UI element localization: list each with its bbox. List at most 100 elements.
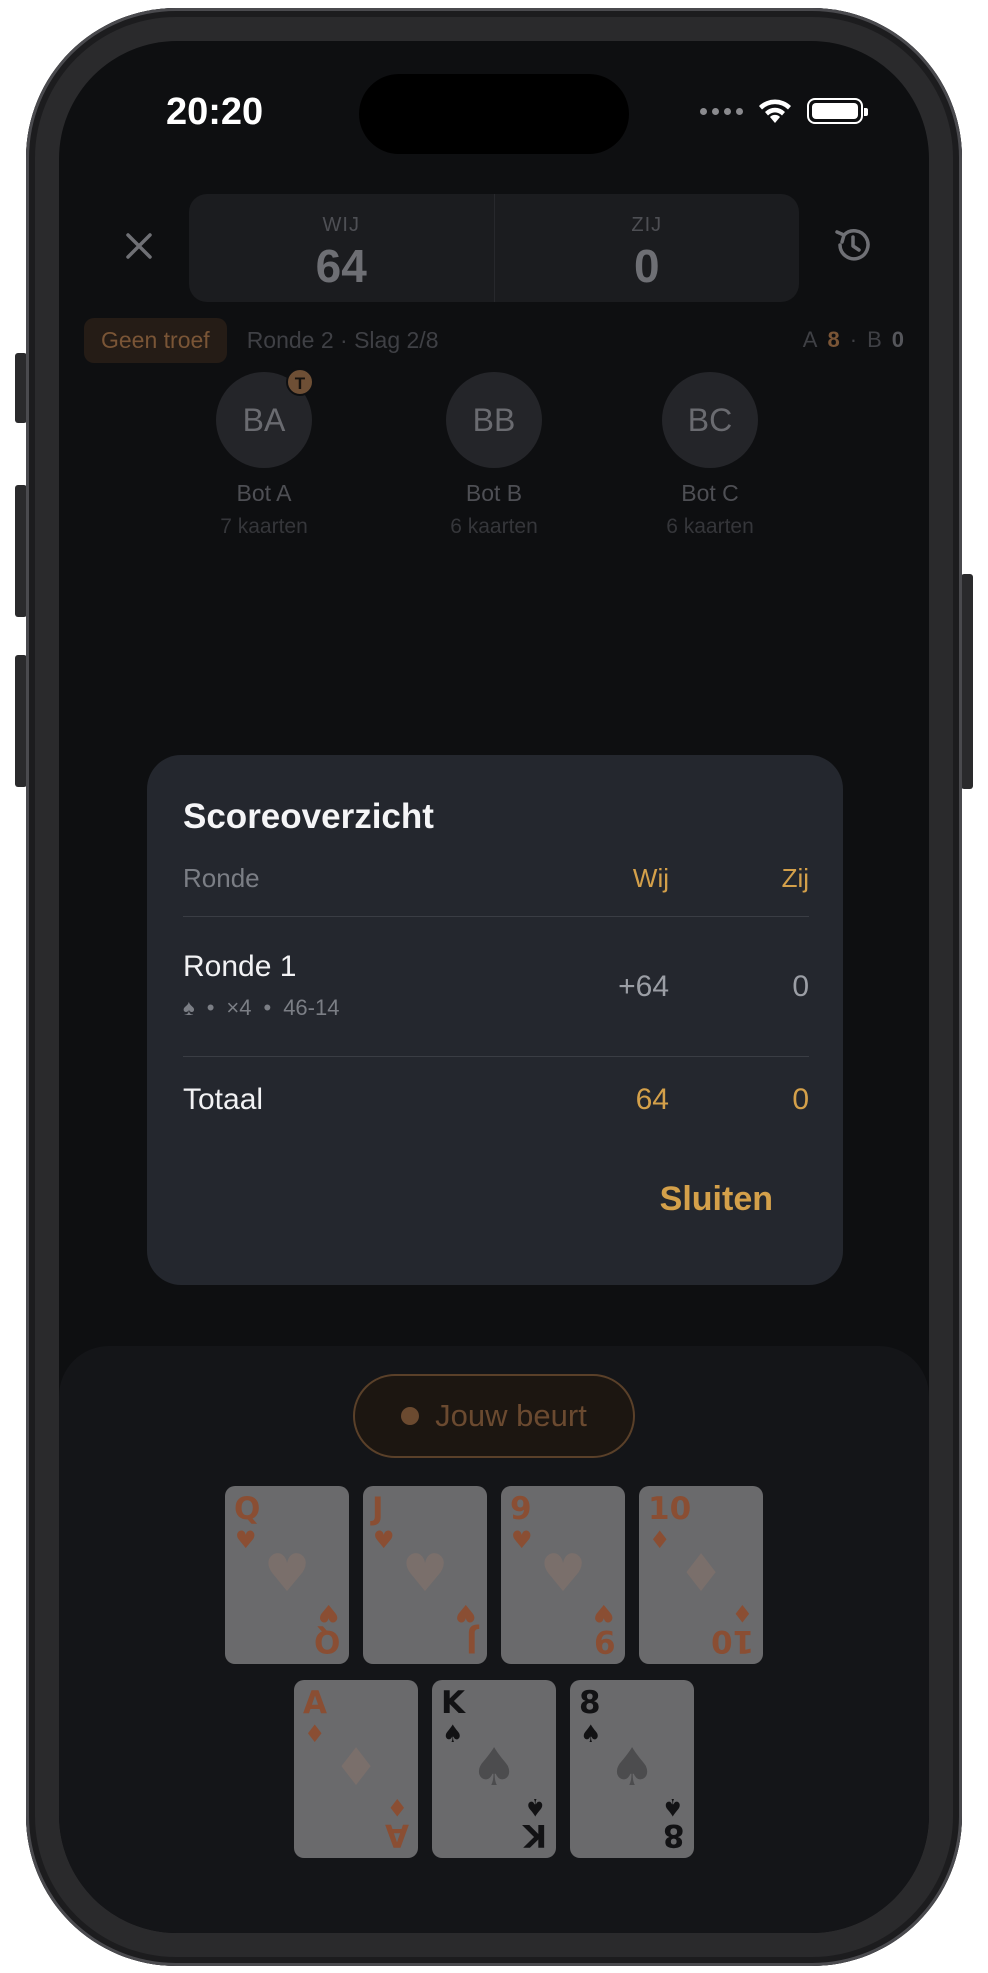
card-rank: 10 xyxy=(648,1491,692,1527)
card-corner-bottom: Q ♥ xyxy=(313,1599,340,1659)
close-game-button[interactable] xyxy=(114,221,164,271)
history-icon xyxy=(835,229,870,261)
playing-card[interactable]: 9 ♥ ♥ 9 ♥ xyxy=(501,1486,625,1664)
card-corner-bottom: 9 ♥ xyxy=(593,1599,616,1659)
card-center-suit-icon: ♠ xyxy=(470,1738,518,1798)
avatar: BA T xyxy=(216,368,314,468)
trick-counts: A 8 · B 0 xyxy=(803,327,904,353)
playing-card[interactable]: 10 ♦ ♦ 10 ♦ xyxy=(639,1486,763,1664)
card-corner-bottom: 10 ♦ xyxy=(710,1599,754,1659)
playing-card[interactable]: K ♠ ♠ K ♠ xyxy=(432,1680,556,1858)
trump-pill: Geen troef xyxy=(84,317,227,363)
card-center-suit-icon: ♦ xyxy=(677,1544,725,1604)
card-rank: J xyxy=(466,1623,478,1659)
card-corner-bottom: J ♥ xyxy=(455,1599,478,1659)
card-rank: 10 xyxy=(710,1623,754,1659)
team-a-label: A xyxy=(802,327,818,352)
score-overview-dialog: Scoreoverzicht Ronde Wij Zij Ronde 1 ♠ •… xyxy=(147,755,843,1285)
round-row-meta: ♠ • ×4 • 46-14 xyxy=(183,995,339,1021)
player-card-count: 6 kaarten xyxy=(666,515,754,538)
round-score-us: +64 xyxy=(618,970,669,1003)
playing-card[interactable]: Q ♥ ♥ Q ♥ xyxy=(225,1486,349,1664)
meta-dot: • xyxy=(263,995,272,1020)
playing-card[interactable]: J ♥ ♥ J ♥ xyxy=(363,1486,487,1664)
team-them-score: ZIJ 0 xyxy=(493,194,800,302)
separator: · xyxy=(849,327,858,352)
card-corner-bottom: K ♠ xyxy=(522,1793,547,1853)
close-icon xyxy=(126,233,152,259)
player-name: Bot A xyxy=(236,480,292,506)
column-header-us: Wij xyxy=(632,863,669,893)
card-center-suit-icon: ♠ xyxy=(608,1738,656,1798)
dialog-title: Scoreoverzicht xyxy=(183,797,434,836)
total-us: 64 xyxy=(635,1083,669,1116)
card-rank: A xyxy=(385,1817,409,1853)
history-button[interactable] xyxy=(831,223,875,267)
player-bot-c: BC Bot C 6 kaarten xyxy=(640,372,780,539)
round-row-name: Ronde 1 xyxy=(183,950,297,983)
card-center-suit-icon: ♥ xyxy=(401,1544,449,1604)
avatar-initials: BA xyxy=(242,402,286,438)
close-dialog-button[interactable]: Sluiten xyxy=(660,1180,773,1219)
turn-indicator: Jouw beurt xyxy=(353,1374,635,1458)
team-them-value: 0 xyxy=(633,240,660,292)
playing-card[interactable]: A ♦ ♦ A ♦ xyxy=(294,1680,418,1858)
card-suit-icon: ♠ xyxy=(524,1793,546,1821)
team-b-label: B xyxy=(867,327,882,352)
card-corner-bottom: 8 ♠ xyxy=(662,1793,685,1853)
round-info-bar: Geen troef Ronde 2 · Slag 2/8 A 8 · B 0 xyxy=(84,317,904,363)
card-suit-icon: ♥ xyxy=(455,1599,477,1627)
round-points: 46-14 xyxy=(283,995,340,1020)
player-bot-a: BA T Bot A 7 kaarten xyxy=(194,368,334,539)
team-score-header: WIJ 64 ZIJ 0 xyxy=(189,194,799,302)
avatar: BC xyxy=(662,372,758,468)
avatar-initials: BC xyxy=(687,402,733,438)
total-label: Totaal xyxy=(183,1083,264,1116)
card-suit-icon: ♠ xyxy=(662,1793,684,1821)
card-rank: Q xyxy=(234,1491,261,1527)
turn-label: Jouw beurt xyxy=(435,1398,587,1433)
round-trick-info: Ronde 2 · Slag 2/8 xyxy=(246,326,439,353)
team-a-value: 8 xyxy=(827,327,840,352)
player-card-count: 7 kaarten xyxy=(220,515,308,538)
team-us-label: WIJ xyxy=(322,214,360,236)
screen: 20:20 WIJ 64 ZIJ 0 Geen troef Ronde 2 · … xyxy=(59,41,929,1933)
card-suit-icon: ♥ xyxy=(317,1599,339,1627)
player-name: Bot B xyxy=(465,480,523,506)
card-rank: 9 xyxy=(510,1491,532,1527)
header-divider xyxy=(183,916,809,917)
player-bot-b: BB Bot B 6 kaarten xyxy=(424,372,564,539)
trump-badge: T xyxy=(286,368,314,396)
meta-dot: • xyxy=(206,995,215,1020)
spade-icon: ♠ xyxy=(183,995,195,1020)
card-center-suit-icon: ♥ xyxy=(539,1544,587,1604)
card-corner-bottom: A ♦ xyxy=(385,1793,409,1853)
total-divider xyxy=(183,1056,809,1057)
team-us-value: 64 xyxy=(315,240,367,292)
team-b-value: 0 xyxy=(891,327,904,352)
card-rank: 8 xyxy=(663,1817,685,1853)
card-center-suit-icon: ♦ xyxy=(332,1738,380,1798)
round-multiplier: ×4 xyxy=(226,995,252,1020)
avatar: BB xyxy=(446,372,542,468)
team-them-label: ZIJ xyxy=(631,214,663,236)
card-rank: J xyxy=(372,1491,384,1527)
power-button xyxy=(961,574,973,789)
card-rank: Q xyxy=(313,1623,340,1659)
card-suit-icon: ♦ xyxy=(731,1599,753,1627)
card-rank: 8 xyxy=(579,1685,601,1721)
card-suit-icon: ♥ xyxy=(593,1599,615,1627)
card-center-suit-icon: ♥ xyxy=(263,1544,311,1604)
card-suit-icon: ♦ xyxy=(386,1793,408,1821)
round-score-them: 0 xyxy=(792,970,809,1003)
team-us-score: WIJ 64 xyxy=(189,194,494,302)
column-header-round: Ronde xyxy=(183,863,260,893)
column-header-them: Zij xyxy=(781,863,809,893)
card-rank: K xyxy=(522,1817,547,1853)
playing-card[interactable]: 8 ♠ ♠ 8 ♠ xyxy=(570,1680,694,1858)
turn-dot-icon xyxy=(401,1407,420,1425)
card-rank: 9 xyxy=(594,1623,616,1659)
total-them: 0 xyxy=(792,1083,809,1116)
avatar-initials: BB xyxy=(472,402,516,438)
player-name: Bot C xyxy=(681,480,739,506)
